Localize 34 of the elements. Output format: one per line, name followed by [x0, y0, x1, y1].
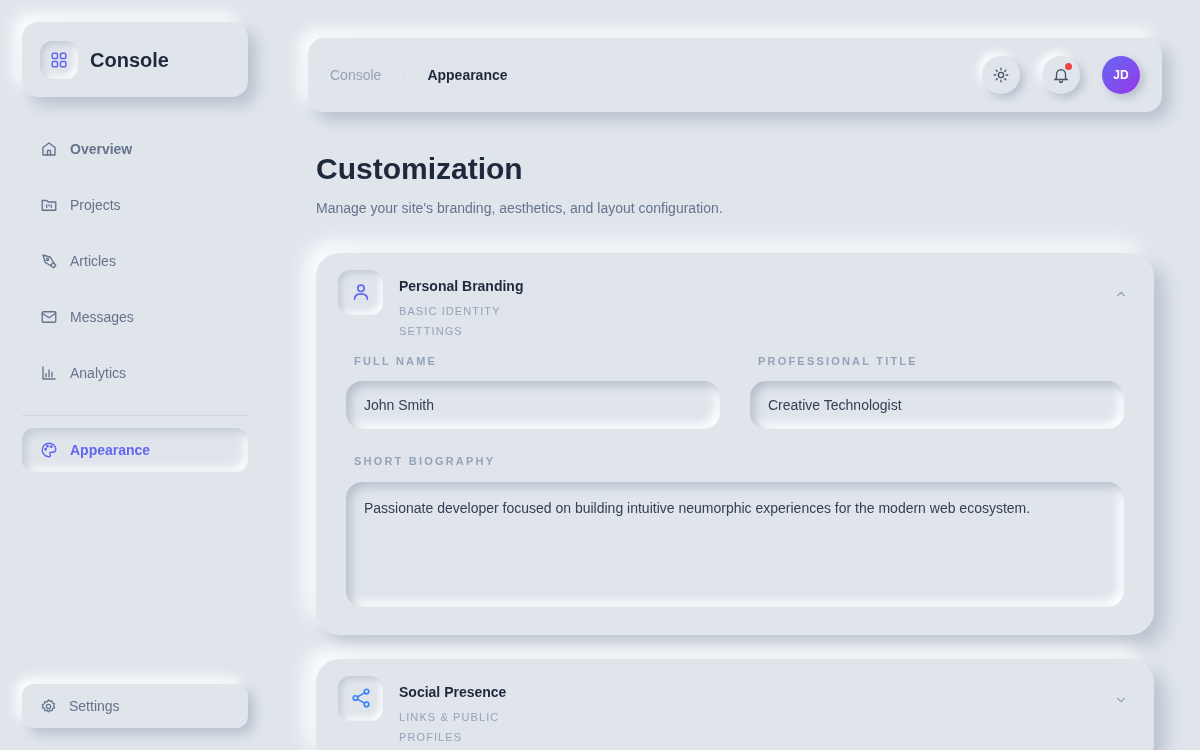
sidebar-item[interactable]: Articles	[22, 239, 248, 283]
user-avatar[interactable]: JD	[1102, 56, 1140, 94]
home-icon	[40, 140, 58, 158]
brand-name: Console	[90, 47, 169, 73]
section-title: Personal Branding	[399, 276, 524, 296]
section-title: Social Presence	[399, 682, 508, 702]
bell-icon	[1052, 66, 1070, 84]
settings-icon	[40, 697, 57, 715]
pen-icon	[40, 252, 58, 270]
sidebar-item[interactable]: Projects	[22, 183, 248, 227]
theme-toggle-button[interactable]	[982, 56, 1020, 94]
input-field[interactable]: Creative Technologist	[750, 381, 1124, 429]
breadcrumb-link[interactable]: Console	[330, 64, 382, 86]
biography-textarea[interactable]: Passionate developer focused on building intuitive neumorphic experiences for the modern web ecosystem.	[346, 481, 1124, 607]
settings-button[interactable]: Settings	[22, 684, 248, 728]
input-field[interactable]: John Smith	[346, 381, 720, 429]
page-subtitle: Manage your site's branding, aesthetics, and layout configuration.	[316, 198, 724, 218]
sidebar-item[interactable]: Overview	[22, 127, 248, 171]
field-label: FULL NAME	[353, 353, 439, 369]
section-subtitle: BASIC IDENTITY SETTINGS	[399, 303, 502, 339]
envelope-icon	[40, 308, 58, 326]
field-label: PROFESSIONAL TITLE	[757, 353, 919, 369]
sun-icon	[992, 66, 1010, 84]
breadcrumb-link[interactable]: Appearance	[427, 64, 508, 86]
sidebar-item[interactable]: Analytics	[22, 351, 248, 395]
share-icon	[349, 687, 372, 709]
page-title: Customization	[316, 151, 524, 187]
section-subtitle: LINKS & PUBLIC PROFILES	[399, 709, 501, 745]
bar-chart-icon	[40, 364, 58, 382]
palette-icon	[40, 441, 58, 459]
field-label: SHORT BIOGRAPHY	[353, 454, 497, 469]
notifications-button[interactable]	[1042, 56, 1080, 94]
sidebar-item[interactable]: Messages	[22, 295, 248, 339]
sidebar-item[interactable]: Appearance	[22, 428, 248, 472]
